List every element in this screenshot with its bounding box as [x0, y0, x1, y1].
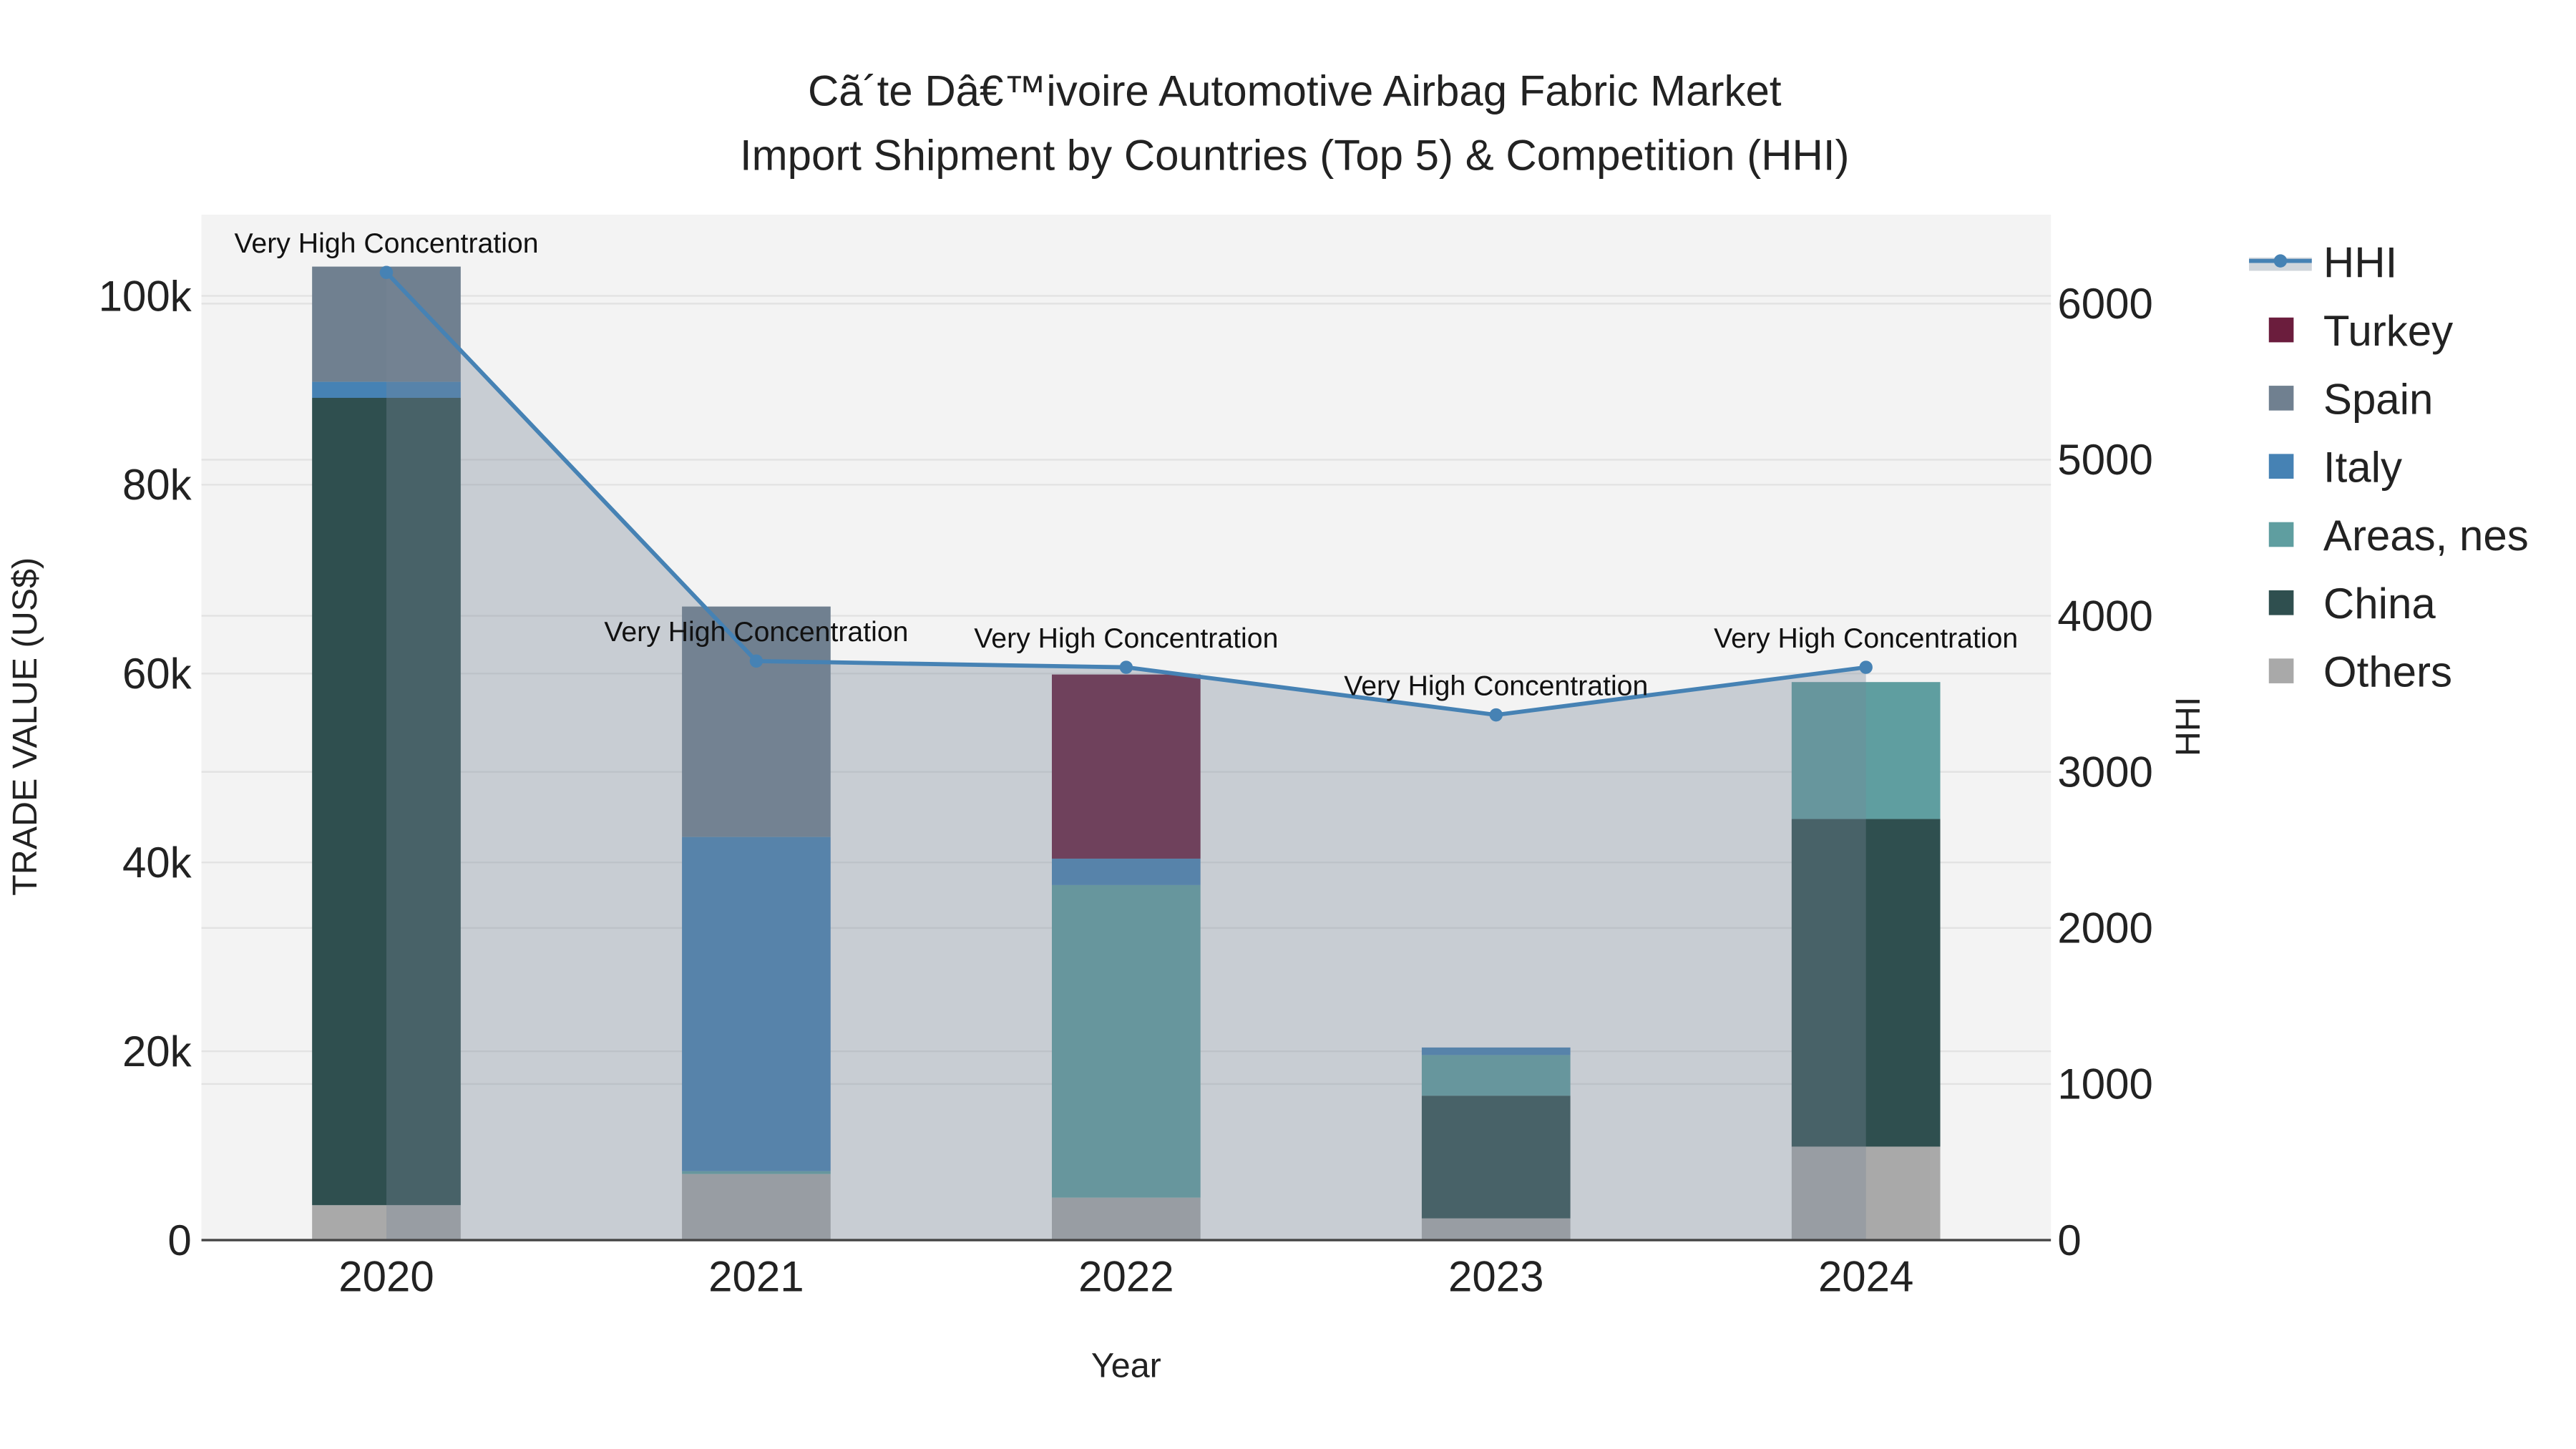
x-tick-label: 2021	[708, 1253, 804, 1301]
y2-tick-label: 4000	[2057, 592, 2152, 640]
chart-title-line1: Cã´te Dâ€™ivoire Automotive Airbag Fabri…	[808, 67, 1782, 115]
legend: HHI Turkey Spain Italy Areas, nes China Others	[2249, 239, 2529, 696]
legend-swatch-turkey	[2268, 317, 2294, 343]
y-tick-label: 0	[167, 1216, 191, 1264]
y2-tick-label: 1000	[2057, 1060, 2152, 1108]
hhi-point-2023	[1489, 708, 1503, 722]
x-tick-label: 2020	[338, 1253, 434, 1301]
legend-hhi-marker	[2273, 254, 2288, 268]
legend-label-spain: Spain	[2323, 375, 2433, 423]
chart-title-line2: Import Shipment by Countries (Top 5) & C…	[740, 132, 1850, 180]
y2-tick-label: 0	[2057, 1216, 2081, 1264]
legend-swatch-others	[2268, 658, 2294, 683]
x-tick-label: 2022	[1078, 1253, 1174, 1301]
x-axis-title: Year	[1091, 1347, 1161, 1385]
hhi-point-2020	[379, 265, 394, 279]
chart: Cã´te Dâ€™ivoire Automotive Airbag Fabri…	[6, 67, 2529, 1385]
hhi-annotation: Very High Concentration	[974, 623, 1278, 654]
hhi-point-2021	[749, 654, 763, 668]
hhi-annotation: Very High Concentration	[1344, 670, 1648, 701]
y2-tick-label: 3000	[2057, 748, 2152, 796]
y-axis-title: TRADE VALUE (US$)	[6, 557, 44, 896]
legend-label-others: Others	[2323, 648, 2452, 696]
hhi-annotation: Very High Concentration	[234, 228, 538, 259]
y-tick-label: 100k	[99, 272, 192, 320]
hhi-annotation: Very High Concentration	[604, 616, 908, 648]
legend-label-china: China	[2323, 580, 2436, 628]
legend-swatch-china	[2268, 590, 2294, 615]
y2-tick-label: 2000	[2057, 904, 2152, 952]
y-tick-label: 40k	[122, 839, 192, 887]
x-tick-label: 2023	[1448, 1253, 1543, 1301]
hhi-annotation: Very High Concentration	[1714, 623, 2018, 654]
hhi-point-2024	[1859, 660, 1873, 674]
y-tick-label: 80k	[122, 461, 192, 509]
y2-tick-label: 6000	[2057, 280, 2152, 328]
legend-label-italy: Italy	[2323, 444, 2402, 492]
legend-label-hhi: HHI	[2323, 239, 2397, 287]
legend-swatch-italy	[2268, 454, 2294, 479]
x-tick-label: 2024	[1818, 1253, 1913, 1301]
legend-swatch-areas-nes	[2268, 522, 2294, 547]
hhi-point-2022	[1119, 660, 1133, 674]
y-tick-label: 60k	[122, 650, 192, 698]
y2-tick-label: 5000	[2057, 436, 2152, 484]
legend-swatch-spain	[2268, 386, 2294, 411]
legend-label-areas-nes: Areas, nes	[2323, 512, 2529, 560]
legend-label-turkey: Turkey	[2323, 307, 2453, 355]
y2-axis-title: HHI	[2169, 697, 2207, 756]
y-tick-label: 20k	[122, 1028, 192, 1075]
